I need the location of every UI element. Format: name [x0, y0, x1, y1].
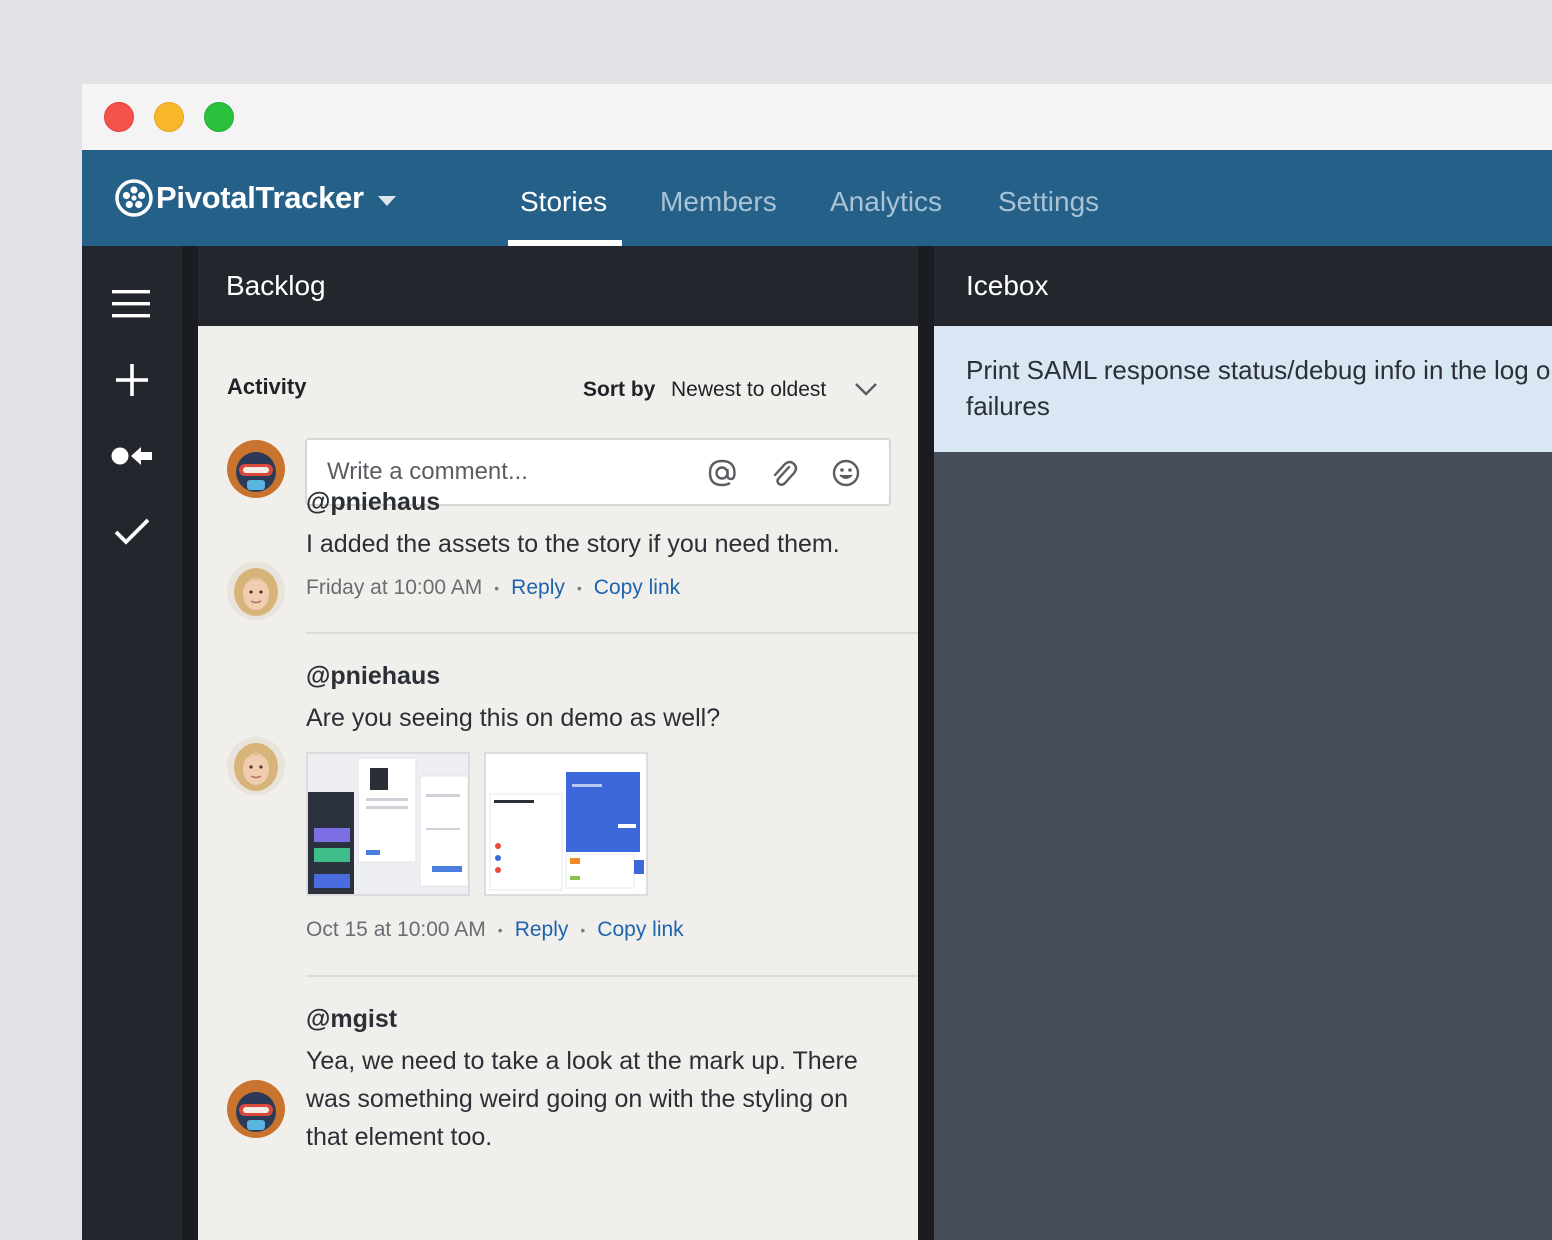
comment-meta: Oct 15 at 10:00 AM • Reply • Copy link [306, 918, 684, 942]
icebox-panel: Icebox Print SAML response status/debug … [934, 246, 1552, 1240]
emoji-icon[interactable] [829, 456, 863, 490]
app-window: PivotalTracker Stories Members Analytics… [82, 84, 1552, 1240]
sort-select[interactable]: Newest to oldest [671, 378, 826, 402]
comment-divider [306, 632, 918, 634]
panel-gutter [182, 246, 198, 1240]
icebox-header: Icebox [934, 246, 1552, 326]
left-sidebar [82, 246, 182, 1240]
story-title: Print SAML response status/debug info in… [966, 355, 1552, 421]
maximize-window-button[interactable] [204, 102, 234, 132]
reply-link[interactable]: Reply [511, 576, 565, 600]
separator-dot: • [497, 922, 503, 938]
close-window-button[interactable] [104, 102, 134, 132]
top-navigation: PivotalTracker Stories Members Analytics… [82, 150, 1552, 246]
comment-text: Yea, we need to take a look at the mark … [306, 1047, 858, 1151]
story-card[interactable]: Print SAML response status/debug info in… [934, 326, 1552, 452]
comment-author[interactable]: @pniehaus [306, 488, 440, 517]
comment-divider [306, 975, 918, 977]
sort-label: Sort by [583, 378, 656, 401]
menu-icon[interactable] [110, 284, 154, 324]
attachment-icon[interactable] [767, 456, 801, 490]
comment-meta: Friday at 10:00 AM • Reply • Copy link [306, 576, 680, 600]
comment-timestamp: Oct 15 at 10:00 AM [306, 918, 486, 941]
story-type-icon[interactable] [110, 436, 154, 476]
attachment-thumbnail[interactable] [306, 752, 470, 896]
copy-link[interactable]: Copy link [597, 918, 683, 942]
avatar [227, 440, 285, 498]
comment-author[interactable]: @pniehaus [306, 662, 440, 691]
separator-dot: • [576, 580, 582, 596]
pivotal-logo-icon [115, 179, 153, 217]
comment-timestamp: Friday at 10:00 AM [306, 576, 483, 599]
tab-members[interactable]: Members [660, 150, 777, 246]
separator-dot: • [494, 580, 500, 596]
avatar [227, 1080, 285, 1138]
minimize-window-button[interactable] [154, 102, 184, 132]
mention-icon[interactable] [705, 456, 739, 490]
comment-text: I added the assets to the story if you n… [306, 530, 840, 558]
tab-settings[interactable]: Settings [998, 150, 1099, 246]
comment-text: Are you seeing this on demo as well? [306, 704, 721, 732]
panel-separator [918, 246, 934, 1240]
brand-name: PivotalTracker [156, 180, 364, 215]
checkmark-icon[interactable] [110, 512, 154, 552]
avatar [227, 737, 285, 795]
backlog-header: Backlog [198, 246, 918, 326]
avatar [227, 562, 285, 620]
chevron-down-icon [377, 195, 396, 206]
comment-author[interactable]: @mgist [306, 1005, 397, 1034]
window-titlebar [82, 84, 1552, 150]
attachment-thumbnail[interactable] [484, 752, 648, 896]
project-switcher[interactable]: PivotalTracker [114, 178, 396, 218]
tab-stories[interactable]: Stories [520, 150, 607, 246]
copy-link[interactable]: Copy link [594, 576, 680, 600]
tab-analytics[interactable]: Analytics [830, 150, 942, 246]
activity-label: Activity [227, 374, 307, 399]
separator-dot: • [580, 922, 586, 938]
backlog-panel: Backlog Activity Sort by Newest to oldes… [198, 246, 918, 1240]
chevron-down-icon[interactable] [854, 382, 878, 396]
add-icon[interactable] [110, 360, 154, 400]
reply-link[interactable]: Reply [515, 918, 569, 942]
